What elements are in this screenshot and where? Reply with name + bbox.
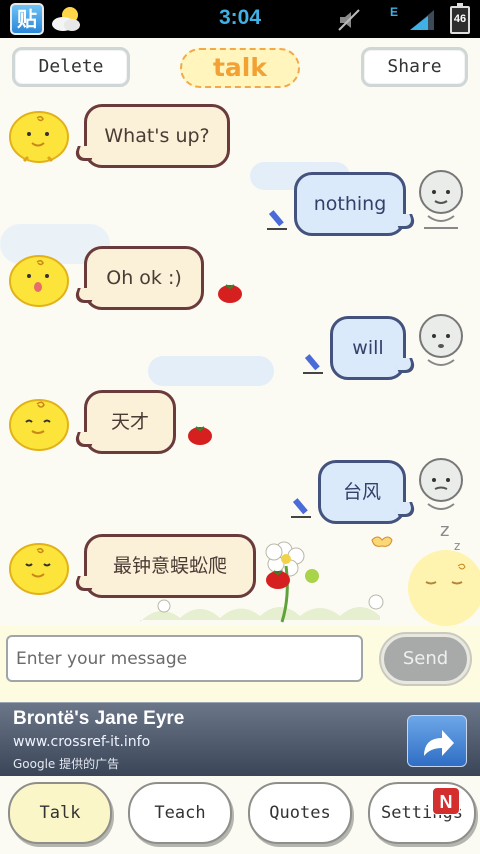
ad-provider: Google 提供的广告 [13,757,120,771]
stickman-avatar [419,314,463,366]
chick-avatar [9,255,69,307]
page-title: talk [180,48,300,88]
message-bubble-sent[interactable]: nothing [294,172,406,236]
edit-pencil-icon[interactable] [302,352,324,374]
ad-banner[interactable]: Brontë's Jane Eyre www.crossref-it.info … [0,702,480,776]
mute-icon [338,9,360,31]
message-input[interactable] [6,635,363,682]
message-bubble-received[interactable]: Oh ok :) [84,246,204,310]
status-bar: 贴 3:04 E 46 [0,0,480,38]
tomato-icon [188,426,212,445]
stickman-avatar [419,170,463,229]
chick-avatar [9,543,69,595]
battery-level: 46 [453,13,467,25]
share-button[interactable]: Share [361,47,468,87]
ad-arrow-button[interactable] [407,715,467,767]
ad-title[interactable]: Brontë's Jane Eyre [13,708,184,730]
message-bubble-sent[interactable]: will [330,316,406,380]
tab-teach[interactable]: Teach [128,782,232,844]
chick-avatar [9,111,69,163]
tomato-icon [266,570,290,589]
network-type: E [390,5,399,19]
svg-text:z: z [440,520,449,541]
chick-avatar [9,399,69,451]
message-bubble-received[interactable]: What's up? [84,104,230,168]
tomato-icon [218,284,242,303]
edit-pencil-icon[interactable] [266,208,288,230]
battery-icon: 46 [450,3,470,34]
edit-pencil-icon[interactable] [290,496,312,518]
ad-url[interactable]: www.crossref-it.info [13,734,150,750]
share-arrow-icon [424,730,454,756]
message-bubble-received[interactable]: 天才 [84,390,176,454]
stickman-avatar [419,458,463,510]
send-button[interactable]: Send [381,634,470,684]
delete-button[interactable]: Delete [12,47,130,87]
chat-area[interactable]: What's up? nothing Oh ok :) will 天才 台风 z… [0,96,480,626]
notification-badge[interactable]: N [432,787,460,815]
bottom-tab-bar: Talk Teach Quotes Settings [0,776,480,854]
tab-quotes[interactable]: Quotes [248,782,352,844]
svg-text:z: z [454,539,460,553]
message-bubble-received[interactable]: 最钟意蜈蚣爬 [84,534,256,598]
tab-talk[interactable]: Talk [8,782,112,844]
signal-icon [410,10,434,30]
background-cloud [148,356,274,386]
message-bubble-sent[interactable]: 台风 [318,460,406,524]
composer-bar: Send [0,626,480,702]
